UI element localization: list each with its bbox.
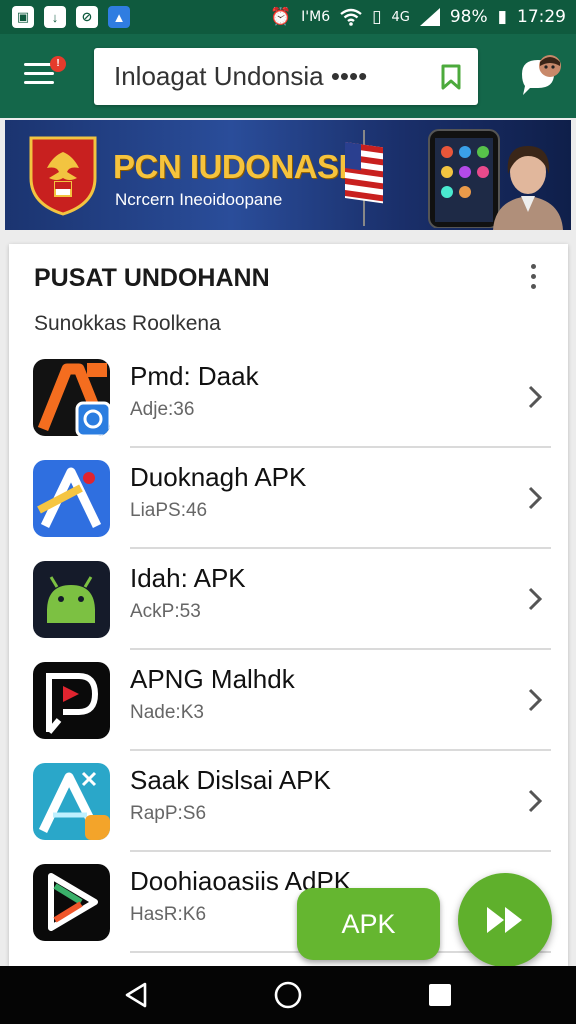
clock: 17:29 — [517, 7, 566, 27]
promo-banner[interactable]: PCN IUDONASIA Ncrcern Ineoidoopane — [5, 120, 571, 230]
app-meta: LiaPS:46 — [130, 500, 208, 521]
chevron-right-icon — [528, 587, 543, 611]
chevron-right-icon — [528, 789, 543, 813]
list-item[interactable]: Saak Dislsai APK RapP:S6 — [9, 751, 568, 852]
vibrate-icon: ▯ — [372, 7, 382, 27]
chevron-right-icon — [528, 688, 543, 712]
search-bar[interactable]: Inloagat Undonsia •••• — [94, 48, 478, 105]
more-options-icon[interactable] — [525, 264, 541, 294]
play-store-icon — [33, 864, 110, 941]
carrier-text: I'M6 — [301, 9, 331, 25]
app-name: APNG Malhdk — [130, 664, 295, 694]
app-name: Idah: APK — [130, 563, 246, 593]
home-button[interactable] — [268, 975, 308, 1015]
photo-notification-icon: ▲ — [108, 6, 130, 28]
section-subtitle: Sunokkas Roolkena — [34, 312, 221, 335]
apps-card: PUSAT UNDOHANN Sunokkas Roolkena Pmd: Da… — [9, 244, 568, 966]
status-bar-system: ⏰ I'M6 ▯ 4G 98% ▮ 17:29 — [270, 7, 566, 27]
blue-a-icon — [33, 460, 110, 537]
status-bar-notifications: ▣ ↓ ⊘ ▲ — [12, 6, 130, 28]
list-item[interactable]: Pmd: Daak Adje:36 — [9, 347, 568, 448]
shop-notification-icon: ⊘ — [76, 6, 98, 28]
fast-forward-icon — [487, 907, 522, 933]
app-meta: RapP:S6 — [130, 803, 207, 824]
banner-title: PCN IUDONASIA — [113, 148, 371, 185]
download-notification-icon: ↓ — [44, 6, 66, 28]
app-bar: ! Inloagat Undonsia •••• — [0, 34, 576, 118]
recents-button[interactable] — [420, 975, 460, 1015]
network-type: 4G — [391, 9, 410, 25]
bookmark-icon[interactable] — [440, 64, 462, 90]
list-item[interactable]: APNG Malhdk Nade:K3 — [9, 650, 568, 751]
list-item[interactable]: Duoknagh APK LiaPS:46 — [9, 448, 568, 549]
app-meta: Nade:K3 — [130, 702, 204, 723]
presenter-photo — [493, 146, 563, 230]
notification-badge: ! — [50, 56, 66, 72]
orange-a-icon — [33, 359, 110, 436]
app-name: Saak Dislsai APK — [130, 765, 331, 795]
apk-download-button[interactable]: APK — [297, 888, 440, 960]
app-meta: AckP:53 — [130, 601, 201, 622]
signal-icon — [419, 8, 440, 26]
chevron-right-icon — [528, 385, 543, 409]
back-button[interactable] — [116, 975, 156, 1015]
recents-icon — [429, 984, 451, 1006]
teal-a-icon — [33, 763, 110, 840]
app-name: Duoknagh APK — [130, 462, 307, 492]
back-icon — [125, 982, 147, 1008]
chevron-right-icon — [528, 486, 543, 510]
list-item[interactable]: Idah: APK AckP:53 — [9, 549, 568, 650]
battery-icon: ▮ — [497, 7, 507, 27]
app-meta: Adje:36 — [130, 399, 195, 420]
garuda-emblem-icon — [29, 136, 97, 216]
app-name: Pmd: Daak — [130, 361, 259, 391]
home-icon — [274, 981, 302, 1009]
search-query[interactable]: Inloagat Undonsia •••• — [114, 61, 440, 92]
status-bar: ▣ ↓ ⊘ ▲ ⏰ I'M6 ▯ 4G 98% ▮ 17:29 — [0, 0, 576, 34]
alarm-icon: ⏰ — [269, 7, 292, 27]
battery-percent: 98% — [449, 7, 488, 27]
app-notification-icon: ▣ — [12, 6, 34, 28]
play-p-icon — [33, 662, 110, 739]
app-meta: HasR:K6 — [130, 904, 207, 925]
us-flag-icon — [345, 130, 383, 226]
fast-forward-button[interactable] — [458, 873, 552, 967]
chat-avatar-icon[interactable] — [516, 52, 564, 100]
wifi-icon — [340, 8, 362, 26]
system-nav-bar — [0, 966, 576, 1024]
banner-subtitle: Ncrcern Ineoidoopane — [115, 190, 283, 209]
android-icon — [33, 561, 110, 638]
section-title: PUSAT UNDOHANN — [34, 264, 270, 292]
